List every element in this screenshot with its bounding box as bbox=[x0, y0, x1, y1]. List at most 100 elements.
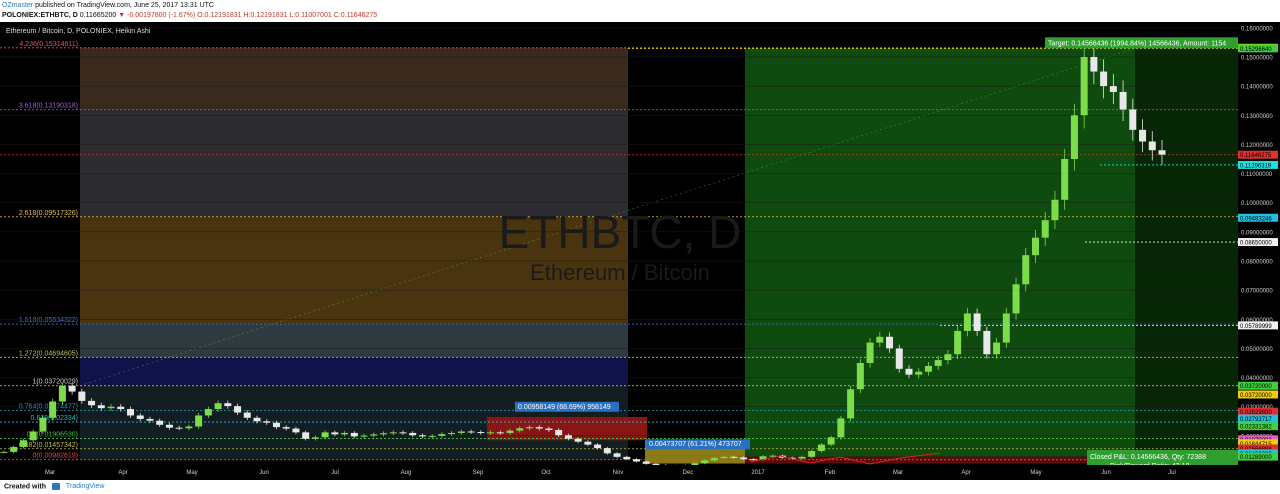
candle bbox=[165, 424, 173, 428]
candle bbox=[516, 428, 524, 431]
fib-label: 2.618(0.09517326) bbox=[19, 210, 78, 217]
candle bbox=[234, 406, 242, 413]
candle bbox=[1109, 86, 1117, 92]
candle bbox=[204, 409, 212, 416]
measure1-label: 0.00958149 (68.69%) 958149 bbox=[518, 404, 611, 411]
candle bbox=[409, 432, 417, 436]
author-name[interactable]: OZmaster bbox=[2, 2, 33, 9]
y-tick-label: 0.08000000 bbox=[1241, 259, 1273, 265]
symbol-label: POLONIEX:ETHBTC, D bbox=[2, 12, 78, 19]
axis-badge-label: 0.03720000 bbox=[1240, 393, 1272, 399]
candle bbox=[749, 459, 757, 461]
x-tick-label: Aug bbox=[401, 470, 412, 476]
profit-zone-tail bbox=[1135, 48, 1238, 457]
candle bbox=[243, 412, 251, 418]
candle bbox=[117, 406, 125, 410]
candle bbox=[905, 368, 913, 375]
candle bbox=[837, 418, 845, 438]
candle bbox=[642, 461, 650, 464]
candle bbox=[39, 417, 47, 432]
candle bbox=[924, 365, 932, 372]
candle bbox=[954, 330, 962, 355]
axis-badge-label: 0.08650000 bbox=[1240, 241, 1272, 247]
candle bbox=[195, 415, 203, 427]
published-text: published on TradingView.com, June 25, 2… bbox=[35, 2, 214, 9]
candle bbox=[574, 438, 582, 442]
candle bbox=[321, 432, 329, 438]
y-tick-label: 0.12000000 bbox=[1241, 143, 1273, 149]
candle bbox=[1139, 129, 1147, 142]
candle bbox=[263, 421, 271, 423]
candle bbox=[817, 444, 825, 452]
watermark-name: Ethereum / Bitcoin bbox=[530, 260, 710, 285]
candle bbox=[127, 409, 135, 416]
fib-zone-5 bbox=[80, 357, 628, 386]
candle bbox=[808, 451, 816, 457]
y-tick-label: 0.09000000 bbox=[1241, 230, 1273, 236]
y-tick-label: 0.13000000 bbox=[1241, 114, 1273, 120]
price-chart[interactable]: 4.236(0.15314611) 3.618(0.13190318) 2.618(… bbox=[0, 22, 1280, 480]
candle bbox=[311, 437, 319, 439]
candle bbox=[214, 403, 222, 410]
candle bbox=[380, 433, 388, 435]
candle bbox=[934, 360, 942, 366]
candle bbox=[97, 405, 105, 409]
fib-label: 0(0.00982619) bbox=[32, 453, 78, 460]
candle bbox=[594, 444, 602, 449]
candle bbox=[253, 417, 261, 422]
candle bbox=[1119, 91, 1127, 110]
y-axis: 0.16000000 0.15000000 0.14000000 0.13000000… bbox=[1241, 26, 1273, 440]
x-tick-label: Mar bbox=[45, 470, 55, 476]
price-change: -0.00197800 (-1.67%) bbox=[127, 12, 196, 19]
candle bbox=[282, 427, 290, 429]
target-label: Target: 0.14566436 (1994.84%) 14566436, … bbox=[1048, 40, 1226, 47]
x-tick-label: 2017 bbox=[751, 470, 765, 476]
high-value: H:0.12191831 bbox=[243, 12, 288, 19]
x-tick-label: Nov bbox=[613, 470, 624, 476]
y-tick-label: 0.07000000 bbox=[1241, 289, 1273, 295]
candle bbox=[827, 437, 835, 445]
y-tick-label: 0.14000000 bbox=[1241, 85, 1273, 91]
candle bbox=[915, 371, 923, 375]
ohlc-line: POLONIEX:ETHBTC, D 0.11665200 ▼ -0.00197… bbox=[2, 12, 377, 19]
candle bbox=[1080, 56, 1088, 116]
x-tick-label: Apr bbox=[118, 470, 127, 476]
candle bbox=[564, 435, 572, 439]
x-tick-label: Apr bbox=[961, 470, 970, 476]
publish-line: OZmaster published on TradingView.com, J… bbox=[2, 2, 214, 9]
candle bbox=[302, 432, 310, 439]
candle bbox=[740, 457, 748, 460]
x-tick-label: Oct bbox=[541, 470, 551, 476]
candle bbox=[866, 342, 874, 363]
candle bbox=[973, 313, 981, 331]
axis-badge-label: 0.09483246 bbox=[1240, 216, 1272, 222]
axis-badge-label: 0.01289000 bbox=[1240, 455, 1272, 461]
y-tick-label: 0.04000000 bbox=[1241, 376, 1273, 382]
x-tick-label: Jul bbox=[331, 470, 339, 476]
candle bbox=[691, 463, 699, 466]
candle bbox=[68, 385, 76, 392]
candle bbox=[370, 434, 378, 436]
candle bbox=[146, 418, 154, 421]
x-tick-label: May bbox=[186, 470, 197, 476]
candle bbox=[360, 435, 368, 437]
last-price: 0.11665200 bbox=[79, 12, 117, 19]
x-tick-label: Jul bbox=[1168, 470, 1176, 476]
candle bbox=[29, 431, 37, 441]
candle bbox=[58, 385, 66, 402]
candle bbox=[487, 432, 495, 434]
candle bbox=[944, 354, 952, 361]
candle bbox=[584, 441, 592, 445]
candle bbox=[428, 435, 436, 437]
candle bbox=[156, 420, 164, 425]
footer-bar: Created with TradingView bbox=[0, 480, 1280, 494]
candle bbox=[1061, 158, 1069, 200]
candle bbox=[477, 432, 485, 434]
candle bbox=[963, 313, 971, 331]
measure2-label: 0.00473707 (61.21%) 473707 bbox=[649, 441, 742, 448]
candle bbox=[876, 336, 884, 343]
tradingview-brand[interactable]: TradingView bbox=[66, 483, 105, 490]
candle bbox=[224, 403, 232, 407]
candle bbox=[1070, 115, 1078, 159]
candle bbox=[438, 434, 446, 436]
